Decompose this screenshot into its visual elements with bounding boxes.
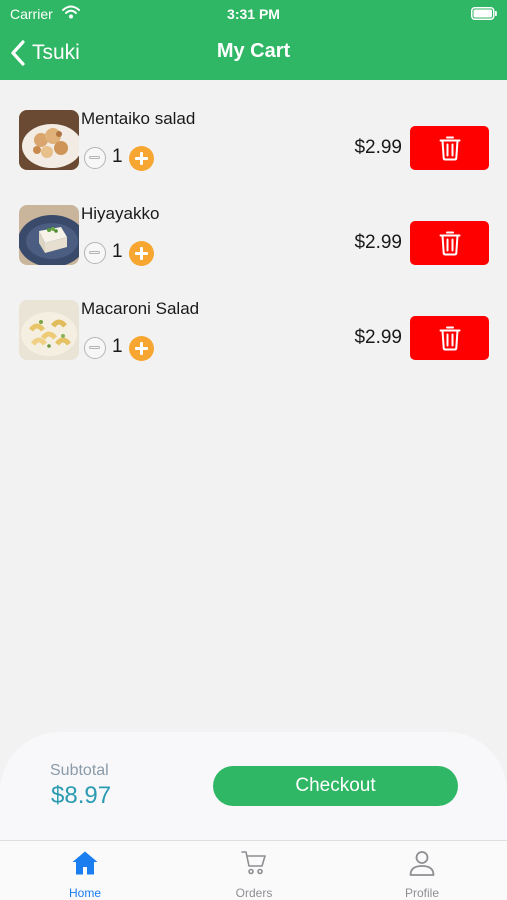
checkout-button[interactable]: Checkout <box>213 766 458 806</box>
food-image <box>19 300 79 360</box>
increase-quantity-button[interactable] <box>129 336 154 361</box>
user-icon <box>409 851 435 876</box>
food-image <box>19 205 79 265</box>
subtotal-label: Subtotal <box>50 762 109 779</box>
checkout-panel: Subtotal $8.97 Checkout <box>0 732 507 842</box>
back-button[interactable]: Tsuki <box>10 38 80 68</box>
status-bar: Carrier 3:31 PM <box>0 0 507 28</box>
delete-item-button[interactable] <box>410 126 489 170</box>
item-name: Hiyayakko <box>81 204 160 223</box>
battery-icon <box>471 7 497 20</box>
trash-icon <box>439 136 460 161</box>
nav-bar: Tsuki My Cart <box>0 28 507 80</box>
tab-label: Home <box>68 886 101 900</box>
delete-item-button[interactable] <box>410 221 489 265</box>
tab-orders[interactable]: Orders <box>194 841 314 900</box>
tab-bar: Home Orders Profile <box>0 840 507 900</box>
trash-icon <box>439 231 460 256</box>
tab-label: Orders <box>235 886 273 900</box>
increase-quantity-button[interactable] <box>129 241 154 266</box>
item-name: Macaroni Salad <box>81 299 200 318</box>
cart-icon <box>241 851 266 875</box>
item-price: $2.99 <box>354 137 402 158</box>
increase-quantity-button[interactable] <box>129 146 154 171</box>
food-image <box>19 110 79 170</box>
quantity-value: 1 <box>112 146 123 167</box>
status-time: 3:31 PM <box>227 6 280 22</box>
item-price: $2.99 <box>354 327 402 348</box>
item-price: $2.99 <box>354 232 402 253</box>
decrease-quantity-button[interactable] <box>84 242 106 264</box>
tab-home[interactable]: Home <box>25 841 145 900</box>
tab-profile[interactable]: Profile <box>362 841 482 900</box>
cart-item: Macaroni Salad 1 $2.99 <box>0 290 507 370</box>
subtotal-value: $8.97 <box>51 782 112 809</box>
cart-item: Mentaiko salad 1 $2.99 <box>0 100 507 180</box>
chevron-left-icon <box>11 40 25 66</box>
home-icon <box>72 851 98 875</box>
cart-item: Hiyayakko 1 $2.99 <box>0 195 507 275</box>
decrease-quantity-button[interactable] <box>84 337 106 359</box>
back-label: Tsuki <box>32 41 80 64</box>
quantity-value: 1 <box>112 241 123 262</box>
tab-label: Profile <box>404 886 439 900</box>
delete-item-button[interactable] <box>410 316 489 360</box>
quantity-value: 1 <box>112 336 123 357</box>
trash-icon <box>439 326 460 351</box>
item-name: Mentaiko salad <box>81 109 196 128</box>
decrease-quantity-button[interactable] <box>84 147 106 169</box>
